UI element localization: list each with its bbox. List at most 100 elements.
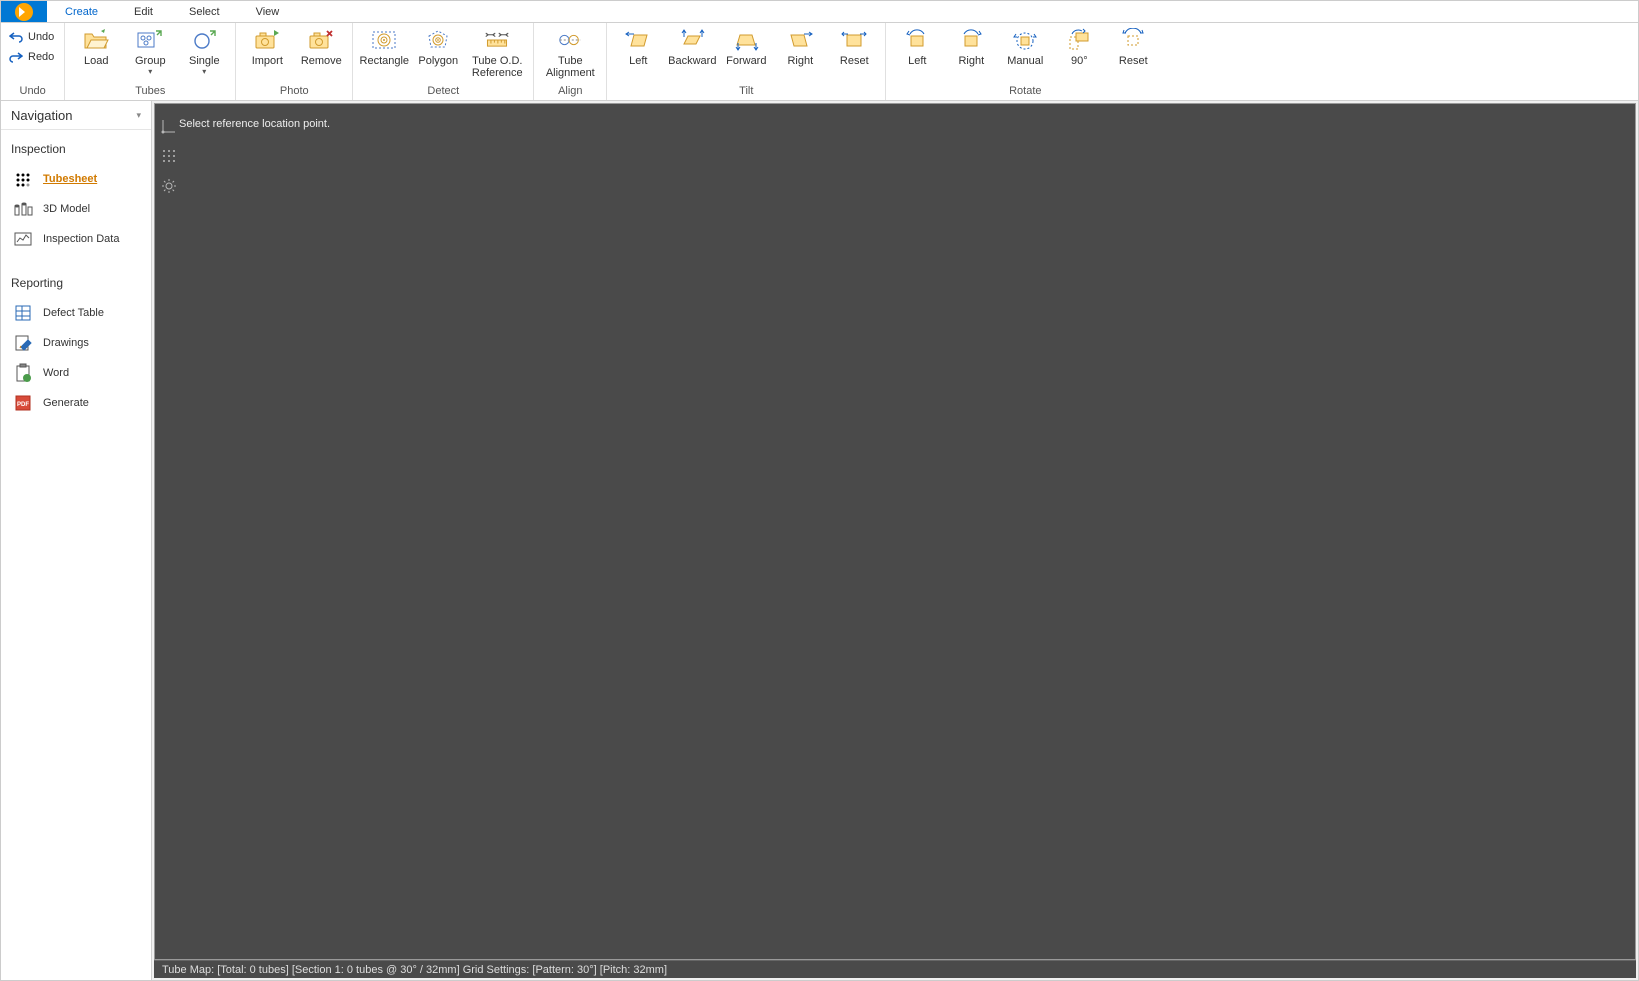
pin-icon[interactable]: ▾ [136, 110, 141, 121]
ribbon-group-tubes-label: Tubes [69, 83, 231, 100]
undo-button[interactable]: Undo [9, 30, 54, 44]
undo-icon [9, 30, 23, 44]
canvas[interactable]: Select reference location point. [154, 103, 1636, 960]
dropdown-caret-icon [202, 67, 206, 76]
single-label: Single [189, 55, 220, 67]
single-button[interactable]: Single [177, 26, 231, 76]
tilt-reset-button[interactable]: Reset [827, 26, 881, 67]
sidebar-item-inspection-data[interactable]: Inspection Data [1, 224, 151, 254]
tilt-backward-icon [679, 27, 705, 53]
navigation-sidebar: Navigation ▾ Inspection Tubesheet 3D Mod… [1, 101, 152, 980]
tilt-forward-label: Forward [726, 55, 766, 67]
ribbon-group-tilt-label: Tilt [611, 83, 881, 100]
import-label: Import [252, 55, 283, 67]
ribbon-group-detect: Rectangle Polygon Tube O.D. Reference De… [353, 23, 534, 100]
redo-icon [9, 50, 23, 64]
polygon-button[interactable]: Polygon [411, 26, 465, 67]
tube-alignment-button[interactable]: Tube Alignment [538, 26, 602, 79]
sidebar-item-drawings[interactable]: Drawings [1, 328, 151, 358]
rotate-left-icon [904, 27, 930, 53]
tilt-backward-label: Backward [668, 55, 716, 67]
rotate-right-button[interactable]: Right [944, 26, 998, 67]
table-icon [13, 304, 33, 322]
tilt-backward-button[interactable]: Backward [665, 26, 719, 67]
rotate-left-button[interactable]: Left [890, 26, 944, 67]
chart-line-icon [13, 230, 33, 248]
ribbon-group-detect-label: Detect [357, 83, 529, 100]
remove-label: Remove [301, 55, 342, 67]
app-root: Create Edit Select View Undo Redo U [0, 0, 1639, 981]
rotate-90-button[interactable]: 90° [1052, 26, 1106, 67]
rotate-manual-button[interactable]: Manual [998, 26, 1052, 67]
grid-tool-icon[interactable] [161, 148, 177, 164]
remove-button[interactable]: Remove [294, 26, 348, 67]
ribbon-group-photo-label: Photo [240, 83, 348, 100]
ribbon-group-undo-label: Undo [5, 83, 60, 100]
section-inspection: Inspection [1, 130, 151, 160]
tilt-left-label: Left [629, 55, 647, 67]
app-logo[interactable] [1, 1, 47, 22]
tube-alignment-label: Tube Alignment [538, 55, 602, 79]
undo-label: Undo [28, 31, 54, 43]
single-circle-icon [191, 27, 217, 53]
menu-create[interactable]: Create [47, 1, 116, 22]
import-button[interactable]: Import [240, 26, 294, 67]
status-text: Tube Map: [Total: 0 tubes] [Section 1: 0… [162, 964, 667, 976]
tilt-left-button[interactable]: Left [611, 26, 665, 67]
ribbon-group-undo: Undo Redo Undo [1, 23, 65, 100]
main-area: Navigation ▾ Inspection Tubesheet 3D Mod… [1, 101, 1638, 980]
sidebar-item-tubesheet[interactable]: Tubesheet [1, 164, 151, 194]
sidebar-item-3dmodel[interactable]: 3D Model [1, 194, 151, 224]
sidebar-item-label: Drawings [43, 337, 89, 349]
canvas-wrap: Select reference location point. Tube Ma… [152, 101, 1638, 980]
rotate-left-label: Left [908, 55, 926, 67]
ribbon-group-photo: Import Remove Photo [236, 23, 353, 100]
tilt-right-button[interactable]: Right [773, 26, 827, 67]
menu-edit[interactable]: Edit [116, 1, 171, 22]
ribbon-group-rotate: Left Right Manual 90° Reset [886, 23, 1164, 100]
app-logo-icon [15, 3, 33, 21]
ribbon-group-align: Tube Alignment Align [534, 23, 607, 100]
group-label: Group [135, 55, 166, 67]
tube-od-ref-label: Tube O.D. Reference [465, 55, 529, 79]
sidebar-item-label: Tubesheet [43, 173, 97, 185]
sidebar-title: Navigation ▾ [1, 101, 151, 130]
ribbon-group-tilt: Left Backward Forward Right Reset [607, 23, 886, 100]
sidebar-title-text: Navigation [11, 108, 72, 123]
sidebar-item-label: Defect Table [43, 307, 104, 319]
rotate-90-icon [1066, 27, 1092, 53]
sidebar-item-generate[interactable]: PDF Generate [1, 388, 151, 418]
origin-tool-icon[interactable] [161, 118, 177, 134]
polygon-label: Polygon [418, 55, 458, 67]
load-label: Load [84, 55, 108, 67]
tilt-left-icon [625, 27, 651, 53]
group-circles-icon [137, 27, 163, 53]
sidebar-item-label: Generate [43, 397, 89, 409]
gear-tool-icon[interactable] [161, 178, 177, 194]
redo-button[interactable]: Redo [9, 50, 54, 64]
dropdown-caret-icon [148, 67, 152, 76]
folder-open-icon [83, 27, 109, 53]
load-button[interactable]: Load [69, 26, 123, 67]
rectangle-label: Rectangle [360, 55, 410, 67]
sidebar-item-word[interactable]: Word [1, 358, 151, 388]
canvas-toolbar [161, 118, 177, 194]
clipboard-icon [13, 364, 33, 382]
ribbon-group-tubes: Load Group Single Tubes [65, 23, 236, 100]
target-rect-icon [371, 27, 397, 53]
ruler-arrows-icon [484, 27, 510, 53]
rotate-right-icon [958, 27, 984, 53]
reset-icon [841, 27, 867, 53]
menu-select[interactable]: Select [171, 1, 238, 22]
tube-od-ref-button[interactable]: Tube O.D. Reference [465, 26, 529, 79]
rotate-right-label: Right [958, 55, 984, 67]
rotate-reset-button[interactable]: Reset [1106, 26, 1160, 67]
pencil-paper-icon [13, 334, 33, 352]
sidebar-item-defect-table[interactable]: Defect Table [1, 298, 151, 328]
rectangle-button[interactable]: Rectangle [357, 26, 411, 67]
tubesheet-icon [13, 170, 33, 188]
group-button[interactable]: Group [123, 26, 177, 76]
statusbar: Tube Map: [Total: 0 tubes] [Section 1: 0… [154, 960, 1636, 978]
menu-view[interactable]: View [238, 1, 298, 22]
tilt-forward-button[interactable]: Forward [719, 26, 773, 67]
